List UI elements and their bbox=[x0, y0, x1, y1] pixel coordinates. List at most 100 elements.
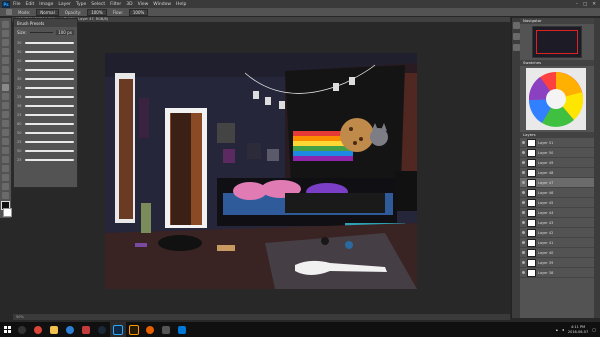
clone-stamp-tool-icon[interactable] bbox=[2, 93, 9, 100]
layer-row[interactable]: Layer 51 bbox=[520, 138, 594, 148]
layer-row[interactable]: Layer 40 bbox=[520, 248, 594, 258]
navigator-thumbnail[interactable] bbox=[532, 26, 582, 58]
visibility-eye-icon[interactable] bbox=[522, 201, 525, 204]
visibility-eye-icon[interactable] bbox=[522, 261, 525, 264]
menu-layer[interactable]: Layer bbox=[58, 2, 71, 7]
layer-row[interactable]: Layer 45 bbox=[520, 198, 594, 208]
history-brush-tool-icon[interactable] bbox=[2, 102, 9, 109]
illustrator-icon[interactable] bbox=[126, 322, 142, 337]
volume-icon[interactable]: ◂ bbox=[562, 327, 564, 332]
brush-preset[interactable]: 25 bbox=[14, 155, 77, 164]
brush-preset[interactable]: 50 bbox=[14, 146, 77, 155]
flow-field[interactable]: 100% bbox=[128, 8, 149, 16]
edge-icon[interactable] bbox=[62, 322, 78, 337]
visibility-eye-icon[interactable] bbox=[522, 171, 525, 174]
brush-preset[interactable]: 30 bbox=[14, 74, 77, 83]
brush-preset[interactable]: 50 bbox=[14, 128, 77, 137]
minimize-button[interactable]: – bbox=[576, 2, 578, 7]
scroll-strip[interactable] bbox=[594, 18, 600, 318]
opacity-field[interactable]: 100% bbox=[87, 8, 107, 16]
layer-row[interactable]: Layer 38 bbox=[520, 268, 594, 278]
properties-icon[interactable] bbox=[512, 33, 520, 40]
layer-row[interactable]: Layer 46 bbox=[520, 188, 594, 198]
layer-row-selected[interactable]: Layer 47 bbox=[520, 178, 594, 188]
visibility-eye-icon[interactable] bbox=[522, 221, 525, 224]
adjustments-icon[interactable] bbox=[512, 44, 520, 51]
visibility-eye-icon[interactable] bbox=[522, 191, 525, 194]
visibility-eye-icon[interactable] bbox=[522, 151, 525, 154]
brush-size-field[interactable]: 100 px bbox=[56, 30, 74, 35]
hand-tool-icon[interactable] bbox=[2, 183, 9, 190]
menu-window[interactable]: Window bbox=[153, 2, 171, 7]
brush-preset[interactable]: 30 bbox=[14, 65, 77, 74]
eraser-tool-icon[interactable] bbox=[2, 111, 9, 118]
visibility-eye-icon[interactable] bbox=[522, 211, 525, 214]
crop-tool-icon[interactable] bbox=[2, 57, 9, 64]
layer-row[interactable]: Layer 39 bbox=[520, 258, 594, 268]
dodge-tool-icon[interactable] bbox=[2, 138, 9, 145]
photoshop-icon[interactable] bbox=[110, 322, 126, 337]
visibility-eye-icon[interactable] bbox=[522, 241, 525, 244]
document-tab[interactable]: VACATION TIKTOK ESS.psd @ 50% (Layer 47,… bbox=[12, 17, 510, 22]
steam-icon[interactable] bbox=[94, 322, 110, 337]
blur-tool-icon[interactable] bbox=[2, 129, 9, 136]
brush-preset[interactable]: 25 bbox=[14, 110, 77, 119]
brush-size-slider[interactable] bbox=[29, 32, 54, 33]
search-icon[interactable] bbox=[14, 322, 30, 337]
move-tool-icon[interactable] bbox=[2, 21, 9, 28]
menu-select[interactable]: Select bbox=[91, 2, 105, 7]
artwork-canvas[interactable] bbox=[105, 53, 417, 289]
navigator-viewbox[interactable] bbox=[536, 30, 578, 54]
media-icon[interactable] bbox=[78, 322, 94, 337]
notification-icon[interactable]: ▢ bbox=[592, 327, 596, 332]
layer-row[interactable]: Layer 50 bbox=[520, 148, 594, 158]
healing-tool-icon[interactable] bbox=[2, 75, 9, 82]
menu-edit[interactable]: Edit bbox=[26, 2, 35, 7]
file-explorer-icon[interactable] bbox=[46, 322, 62, 337]
brush-preset[interactable]: 60 bbox=[14, 119, 77, 128]
menu-type[interactable]: Type bbox=[76, 2, 86, 7]
maximize-button[interactable]: □ bbox=[583, 2, 587, 7]
type-tool-icon[interactable] bbox=[2, 156, 9, 163]
color-wheel-swatch[interactable] bbox=[526, 68, 586, 130]
brush-preset[interactable]: 30 bbox=[14, 38, 77, 47]
menu-image[interactable]: Image bbox=[39, 2, 53, 7]
lasso-tool-icon[interactable] bbox=[2, 39, 9, 46]
visibility-eye-icon[interactable] bbox=[522, 161, 525, 164]
brush-tool-icon[interactable] bbox=[6, 9, 12, 15]
layer-row[interactable]: Layer 43 bbox=[520, 218, 594, 228]
marquee-tool-icon[interactable] bbox=[2, 30, 9, 37]
brush-preset[interactable]: 30 bbox=[14, 56, 77, 65]
mail-icon[interactable] bbox=[174, 322, 190, 337]
shape-tool-icon[interactable] bbox=[2, 174, 9, 181]
layer-row[interactable]: Layer 48 bbox=[520, 168, 594, 178]
store-icon[interactable] bbox=[158, 322, 174, 337]
path-select-tool-icon[interactable] bbox=[2, 165, 9, 172]
gradient-tool-icon[interactable] bbox=[2, 120, 9, 127]
visibility-eye-icon[interactable] bbox=[522, 231, 525, 234]
visibility-eye-icon[interactable] bbox=[522, 251, 525, 254]
background-color-swatch[interactable] bbox=[3, 208, 12, 217]
pen-tool-icon[interactable] bbox=[2, 147, 9, 154]
chrome-icon[interactable] bbox=[30, 322, 46, 337]
brush-preset[interactable]: 36 bbox=[14, 101, 77, 110]
menu-view[interactable]: View bbox=[138, 2, 149, 7]
brush-preset[interactable]: 25 bbox=[14, 83, 77, 92]
firefox-icon[interactable] bbox=[142, 322, 158, 337]
network-icon[interactable]: ▴ bbox=[556, 327, 558, 332]
brush-preset[interactable]: 25 bbox=[14, 92, 77, 101]
clock[interactable]: 4:11 PM 2016-06-07 bbox=[568, 325, 588, 335]
history-icon[interactable] bbox=[512, 22, 520, 29]
zoom-tool-icon[interactable] bbox=[2, 192, 9, 199]
menu-file[interactable]: File bbox=[13, 2, 21, 7]
eyedropper-tool-icon[interactable] bbox=[2, 66, 9, 73]
mode-select[interactable]: Normal bbox=[36, 8, 59, 16]
brush-preset[interactable]: 30 bbox=[14, 47, 77, 56]
layer-row[interactable]: Layer 49 bbox=[520, 158, 594, 168]
menu-help[interactable]: Help bbox=[176, 2, 186, 7]
close-button[interactable]: ✕ bbox=[592, 2, 596, 7]
start-button[interactable] bbox=[0, 322, 14, 337]
visibility-eye-icon[interactable] bbox=[522, 271, 525, 274]
brush-preset[interactable]: 25 bbox=[14, 137, 77, 146]
quick-select-tool-icon[interactable] bbox=[2, 48, 9, 55]
